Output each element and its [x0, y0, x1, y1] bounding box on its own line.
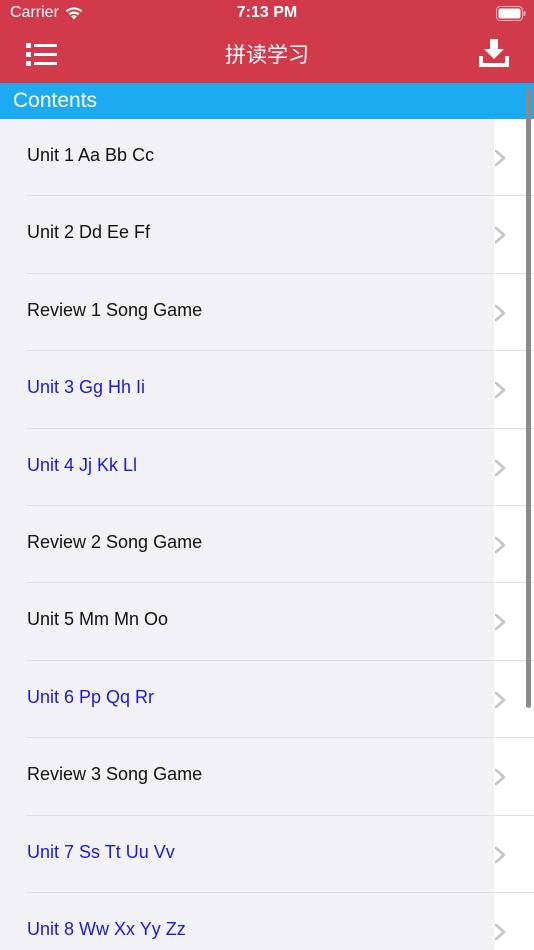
- list-item[interactable]: Review 1 Song Game: [0, 273, 534, 352]
- scrollbar[interactable]: [526, 88, 531, 708]
- list-item[interactable]: Unit 2 Dd Ee Ff: [0, 196, 534, 274]
- top-bar: Carrier 7:13 PM 拼读学习: [0, 0, 534, 83]
- list-item[interactable]: Unit 5 Mm Mn Oo: [0, 583, 534, 661]
- list-item-label: Review 3 Song Game: [27, 764, 203, 785]
- battery-icon: [496, 6, 526, 21]
- chevron-right-icon: [494, 846, 506, 863]
- page-title: 拼读学习: [225, 44, 309, 67]
- list-item-label: Unit 5 Mm Mn Oo: [27, 609, 169, 630]
- list-item-label: Unit 4 Jj Kk Ll: [27, 454, 138, 475]
- contents-list[interactable]: Unit 1 Aa Bb Cc Unit 2 Dd Ee Ff Review 1…: [0, 119, 534, 950]
- list-item-label: Review 2 Song Game: [27, 531, 203, 552]
- list-item[interactable]: Unit 7 Ss Tt Uu Vv: [0, 815, 534, 893]
- list-item[interactable]: Unit 8 Ww Xx Yy Zz: [0, 892, 534, 950]
- list-item-label: Unit 7 Ss Tt Uu Vv: [27, 841, 175, 862]
- chevron-right-icon: [494, 381, 506, 399]
- chevron-right-icon: [494, 149, 506, 167]
- list-item-label: Unit 2 Dd Ee Ff: [27, 222, 151, 243]
- list-item-label: Unit 3 Gg Hh Ii: [27, 377, 146, 398]
- chevron-right-icon: [494, 459, 506, 476]
- navigation-bar: 拼读学习: [0, 28, 534, 83]
- list-item-label: Review 1 Song Game: [27, 299, 203, 320]
- app-screen: Carrier 7:13 PM 拼读学习 Contents Unit 1 Aa …: [0, 0, 534, 950]
- list-item[interactable]: Unit 6 Pp Qq Rr: [0, 660, 534, 739]
- list-item[interactable]: Unit 3 Gg Hh Ii: [0, 351, 534, 429]
- list-item-label: Unit 1 Aa Bb Cc: [27, 145, 155, 165]
- section-header: Contents: [0, 83, 534, 119]
- chevron-right-icon: [494, 536, 506, 554]
- chevron-right-icon: [494, 227, 506, 244]
- list-item[interactable]: Unit 4 Jj Kk Ll: [0, 428, 534, 506]
- list-item-label: Unit 8 Ww Xx Yy Zz: [27, 918, 186, 939]
- list-item[interactable]: Unit 1 Aa Bb Cc: [0, 119, 534, 197]
- download-button[interactable]: [478, 37, 510, 69]
- chevron-right-icon: [494, 614, 506, 631]
- chevron-right-icon: [494, 923, 506, 941]
- chevron-right-icon: [494, 691, 506, 708]
- chevron-right-icon: [494, 768, 506, 786]
- status-bar: Carrier 7:13 PM: [0, 0, 534, 28]
- list-item-label: Unit 6 Pp Qq Rr: [27, 686, 155, 707]
- list-item[interactable]: Review 3 Song Game: [0, 738, 534, 816]
- section-title: Contents: [13, 89, 98, 112]
- status-time: 7:13 PM: [236, 4, 298, 21]
- download-icon: [479, 39, 509, 67]
- chevron-right-icon: [494, 304, 506, 322]
- list-item[interactable]: Review 2 Song Game: [0, 505, 534, 584]
